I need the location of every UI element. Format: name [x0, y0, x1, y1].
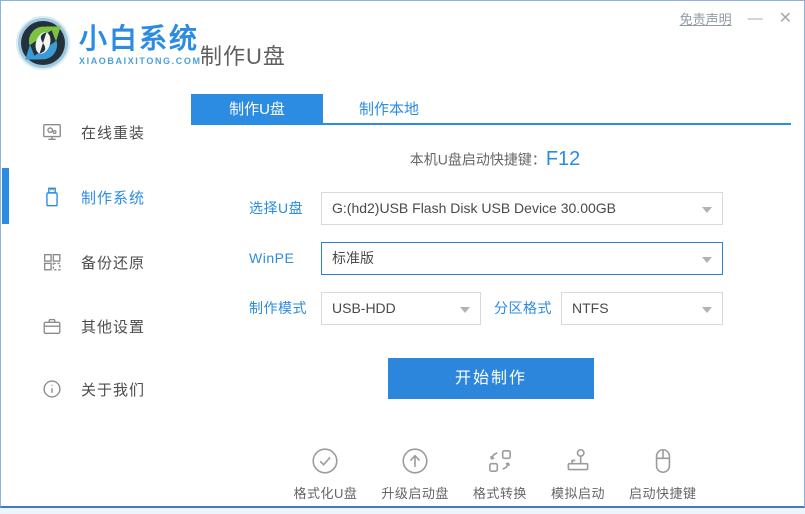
- winpe-value: 标准版: [332, 250, 374, 266]
- tab-make-usb[interactable]: 制作U盘: [191, 94, 323, 125]
- logo-text: 小白系统 XIAOBAIXITONG.COM: [79, 24, 202, 66]
- tab-make-local[interactable]: 制作本地: [323, 94, 455, 125]
- main-content: 制作U盘 制作本地 本机U盘启动快捷键：F12 选择U盘 G:(hd2)USB …: [187, 92, 803, 504]
- winpe-dropdown[interactable]: 标准版: [321, 242, 723, 275]
- disclaimer-link[interactable]: 免责声明: [680, 9, 732, 28]
- usb-drive-icon: [41, 186, 63, 208]
- logo-subtitle: XIAOBAIXITONG.COM: [79, 56, 202, 66]
- sidebar-item-backup-restore[interactable]: 备份还原: [2, 247, 187, 277]
- boot-hotkey-line: 本机U盘启动快捷键：F12: [187, 148, 803, 171]
- sidebar-item-make-system[interactable]: 制作系统: [2, 182, 187, 212]
- logo-title: 小白系统: [79, 24, 202, 54]
- chevron-down-icon: [460, 307, 470, 313]
- usb-select-value: G:(hd2)USB Flash Disk USB Device 30.00GB: [332, 200, 616, 216]
- make-mode-value: USB-HDD: [332, 300, 396, 316]
- mouse-icon: [648, 446, 678, 476]
- grid-icon: [41, 251, 63, 273]
- make-mode-label: 制作模式: [249, 292, 307, 325]
- tool-label: 格式化U盘: [294, 483, 358, 502]
- briefcase-icon: [41, 315, 63, 337]
- make-mode-dropdown[interactable]: USB-HDD: [321, 292, 481, 325]
- sidebar: 在线重装 制作系统 备份还原 其他: [2, 92, 187, 504]
- tool-label: 升级启动盘: [381, 483, 449, 502]
- joystick-icon: [563, 446, 593, 476]
- close-icon[interactable]: ✕: [779, 10, 792, 28]
- check-circle-icon: [310, 446, 340, 476]
- app-logo-icon: [14, 14, 72, 72]
- sidebar-item-label: 关于我们: [81, 379, 145, 400]
- boot-hotkey-value: F12: [546, 148, 580, 170]
- arrow-up-circle-icon: [400, 446, 430, 476]
- usb-select-dropdown[interactable]: G:(hd2)USB Flash Disk USB Device 30.00GB: [321, 192, 723, 225]
- minimize-icon[interactable]: —: [748, 10, 763, 28]
- bottom-toolbar: 格式化U盘 升级启动盘 格式转换: [187, 446, 803, 502]
- boot-hotkey-button[interactable]: 启动快捷键: [629, 446, 697, 502]
- monitor-icon: [41, 121, 63, 143]
- sidebar-item-other-settings[interactable]: 其他设置: [2, 311, 187, 341]
- start-make-button[interactable]: 开始制作: [388, 358, 594, 399]
- simulate-boot-button[interactable]: 模拟启动: [551, 446, 605, 502]
- partition-format-label: 分区格式: [494, 292, 552, 325]
- sidebar-item-label: 制作系统: [81, 187, 145, 208]
- sidebar-item-label: 在线重装: [81, 122, 145, 143]
- upgrade-boot-disk-button[interactable]: 升级启动盘: [381, 446, 449, 502]
- sidebar-item-online-reinstall[interactable]: 在线重装: [2, 117, 187, 147]
- info-icon: [41, 378, 63, 400]
- page-title: 制作U盘: [200, 39, 286, 71]
- tab-bar: 制作U盘 制作本地: [191, 94, 791, 125]
- chevron-down-icon: [702, 257, 712, 263]
- usb-select-label: 选择U盘: [249, 192, 303, 225]
- format-convert-button[interactable]: 格式转换: [473, 446, 527, 502]
- sidebar-item-label: 备份还原: [81, 252, 145, 273]
- format-usb-button[interactable]: 格式化U盘: [294, 446, 358, 502]
- app-window: 小白系统 XIAOBAIXITONG.COM 制作U盘 免责声明 — ✕ 在线重…: [0, 0, 805, 508]
- tool-label: 模拟启动: [551, 483, 605, 502]
- boot-hotkey-label: 本机U盘启动快捷键：: [410, 152, 546, 168]
- winpe-label: WinPE: [249, 242, 294, 275]
- header: 小白系统 XIAOBAIXITONG.COM 制作U盘 免责声明 — ✕: [1, 1, 804, 91]
- sidebar-item-label: 其他设置: [81, 316, 145, 337]
- partition-format-value: NTFS: [572, 300, 609, 316]
- chevron-down-icon: [702, 307, 712, 313]
- window-controls: 免责声明 — ✕: [680, 9, 792, 28]
- convert-icon: [485, 446, 515, 476]
- chevron-down-icon: [702, 207, 712, 213]
- partition-format-dropdown[interactable]: NTFS: [561, 292, 723, 325]
- tool-label: 启动快捷键: [629, 483, 697, 502]
- sidebar-item-about-us[interactable]: 关于我们: [2, 374, 187, 404]
- tool-label: 格式转换: [473, 483, 527, 502]
